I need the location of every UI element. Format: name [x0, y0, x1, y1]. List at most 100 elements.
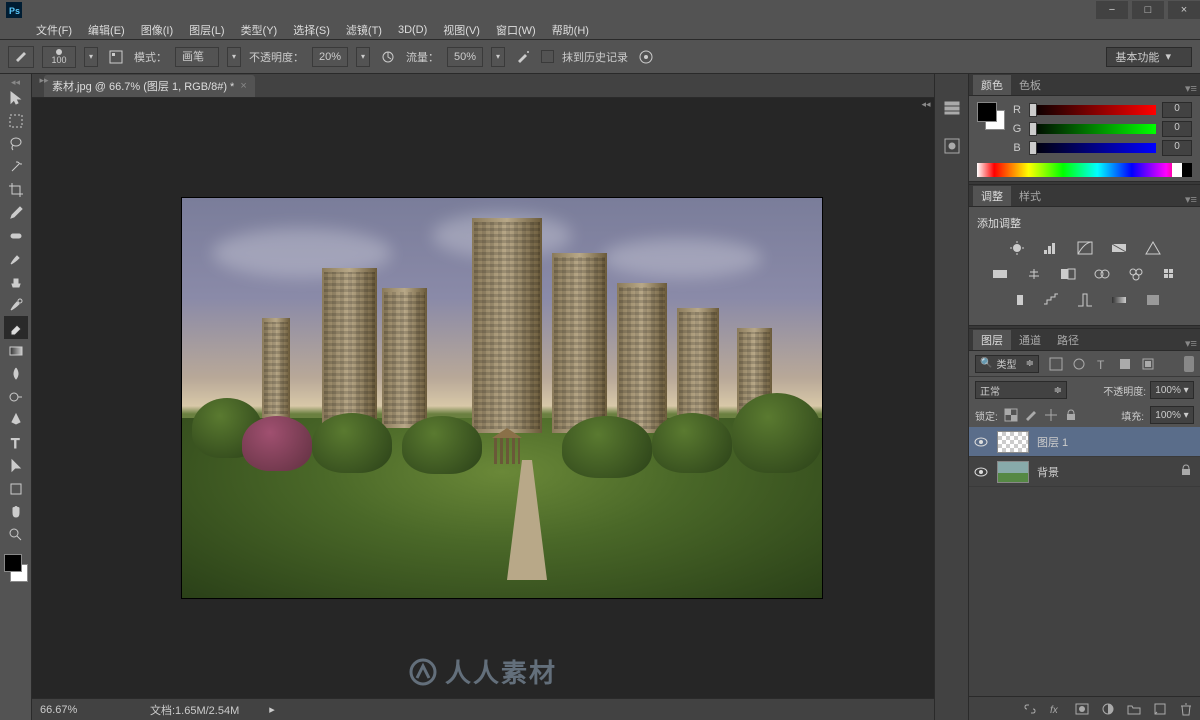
filter-type-icon[interactable]: T [1095, 357, 1109, 371]
type-tool[interactable]: T [4, 431, 28, 454]
curves-icon[interactable] [1074, 239, 1096, 257]
channels-tab[interactable]: 通道 [1011, 330, 1049, 350]
menu-select[interactable]: 选择(S) [287, 20, 336, 40]
window-minimize-button[interactable]: − [1096, 1, 1128, 19]
color-tab[interactable]: 颜色 [973, 75, 1011, 95]
healing-brush-tool[interactable] [4, 224, 28, 247]
menu-type[interactable]: 类型(Y) [235, 20, 284, 40]
window-maximize-button[interactable]: □ [1132, 1, 1164, 19]
clone-stamp-tool[interactable] [4, 270, 28, 293]
layer-mask-icon[interactable] [1074, 701, 1090, 717]
layer-style-icon[interactable]: fx [1048, 701, 1064, 717]
r-slider[interactable] [1029, 105, 1156, 115]
lock-position-icon[interactable] [1044, 408, 1058, 422]
layer-thumbnail[interactable] [997, 461, 1029, 483]
filter-toggle[interactable] [1184, 356, 1194, 372]
color-panel-menu-icon[interactable]: ▾≡ [1182, 82, 1200, 95]
blur-tool[interactable] [4, 362, 28, 385]
lasso-tool[interactable] [4, 132, 28, 155]
brush-preset-picker[interactable]: 100 [42, 46, 76, 68]
layer-group-icon[interactable] [1126, 701, 1142, 717]
status-zoom[interactable]: 66.67% [40, 704, 120, 716]
menu-help[interactable]: 帮助(H) [546, 20, 595, 40]
layer-visibility-icon[interactable] [973, 437, 989, 447]
adjustments-tab[interactable]: 调整 [973, 186, 1011, 206]
panel-collapse-right-icon[interactable]: ◂◂ [918, 98, 934, 110]
color-spectrum[interactable] [977, 163, 1192, 177]
exposure-icon[interactable] [1108, 239, 1130, 257]
pressure-size-icon[interactable] [636, 47, 656, 67]
menu-filter[interactable]: 滤镜(T) [340, 20, 388, 40]
workspace-switcher[interactable]: 基本功能 ▾ [1106, 47, 1192, 67]
menu-3d[interactable]: 3D(D) [392, 22, 433, 38]
dodge-tool[interactable] [4, 385, 28, 408]
b-slider[interactable] [1029, 143, 1156, 153]
layer-name[interactable]: 背景 [1037, 464, 1059, 480]
invert-icon[interactable] [1006, 291, 1028, 309]
tab-well-grip-icon[interactable]: ▸▸ [36, 74, 52, 86]
blend-mode-select[interactable]: 正常≑ [975, 381, 1067, 399]
history-brush-tool[interactable] [4, 293, 28, 316]
filter-shape-icon[interactable] [1118, 357, 1132, 371]
posterize-icon[interactable] [1040, 291, 1062, 309]
layer-filter-type-select[interactable]: 🔍类型≑ [975, 355, 1039, 373]
properties-panel-icon[interactable] [940, 134, 964, 158]
filter-pixel-icon[interactable] [1049, 357, 1063, 371]
layer-row[interactable]: 背景 [969, 457, 1200, 487]
history-panel-icon[interactable] [940, 96, 964, 120]
menu-image[interactable]: 图像(I) [135, 20, 179, 40]
levels-icon[interactable] [1040, 239, 1062, 257]
marquee-tool[interactable] [4, 109, 28, 132]
flow-dropdown-arrow-icon[interactable]: ▾ [491, 47, 505, 67]
zoom-tool[interactable] [4, 523, 28, 546]
lock-transparent-icon[interactable] [1004, 408, 1018, 422]
opacity-dropdown-arrow-icon[interactable]: ▾ [356, 47, 370, 67]
mode-dropdown-arrow-icon[interactable]: ▾ [227, 47, 241, 67]
black-white-icon[interactable] [1057, 265, 1079, 283]
document-tab[interactable]: 素材.jpg @ 66.7% (图层 1, RGB/8#) * × [44, 75, 255, 97]
brush-dropdown-arrow-icon[interactable]: ▾ [84, 47, 98, 67]
color-fg-swatch[interactable] [977, 102, 997, 122]
magic-wand-tool[interactable] [4, 155, 28, 178]
threshold-icon[interactable] [1074, 291, 1096, 309]
g-slider[interactable] [1029, 124, 1156, 134]
adjustment-layer-icon[interactable] [1100, 701, 1116, 717]
layers-panel-menu-icon[interactable]: ▾≡ [1182, 337, 1200, 350]
delete-layer-icon[interactable] [1178, 701, 1194, 717]
hue-saturation-icon[interactable] [989, 265, 1011, 283]
menu-edit[interactable]: 编辑(E) [82, 20, 131, 40]
gradient-tool[interactable] [4, 339, 28, 362]
window-close-button[interactable]: × [1168, 1, 1200, 19]
color-lookup-icon[interactable] [1159, 265, 1181, 283]
menu-file[interactable]: 文件(F) [30, 20, 78, 40]
layer-fill-input[interactable]: 100% ▾ [1150, 406, 1194, 424]
status-arrow-icon[interactable]: ▸ [269, 703, 275, 716]
eyedropper-tool[interactable] [4, 201, 28, 224]
mode-select[interactable]: 画笔 [175, 47, 219, 67]
move-tool[interactable] [4, 86, 28, 109]
tool-preset-picker[interactable] [8, 46, 34, 68]
path-selection-tool[interactable] [4, 454, 28, 477]
filter-adjustment-icon[interactable] [1072, 357, 1086, 371]
color-balance-icon[interactable] [1023, 265, 1045, 283]
filter-smart-icon[interactable] [1141, 357, 1155, 371]
layer-row[interactable]: 图层 1 [969, 427, 1200, 457]
erase-history-checkbox[interactable] [541, 50, 554, 63]
adjust-panel-menu-icon[interactable]: ▾≡ [1182, 193, 1200, 206]
r-value[interactable]: 0 [1162, 102, 1192, 118]
document-tab-close-icon[interactable]: × [240, 80, 246, 92]
menu-window[interactable]: 窗口(W) [490, 20, 542, 40]
opacity-input[interactable] [312, 47, 348, 67]
new-layer-icon[interactable] [1152, 701, 1168, 717]
canvas-viewport[interactable]: ◂◂ [32, 98, 934, 698]
brightness-contrast-icon[interactable] [1006, 239, 1028, 257]
layer-opacity-input[interactable]: 100% ▾ [1150, 381, 1194, 399]
brush-panel-toggle-icon[interactable] [106, 47, 126, 67]
layer-visibility-icon[interactable] [973, 467, 989, 477]
swatches-tab[interactable]: 色板 [1011, 75, 1049, 95]
gradient-map-icon[interactable] [1108, 291, 1130, 309]
flow-input[interactable] [447, 47, 483, 67]
eraser-tool[interactable] [4, 316, 28, 339]
layer-thumbnail[interactable] [997, 431, 1029, 453]
opacity-pressure-icon[interactable] [378, 47, 398, 67]
